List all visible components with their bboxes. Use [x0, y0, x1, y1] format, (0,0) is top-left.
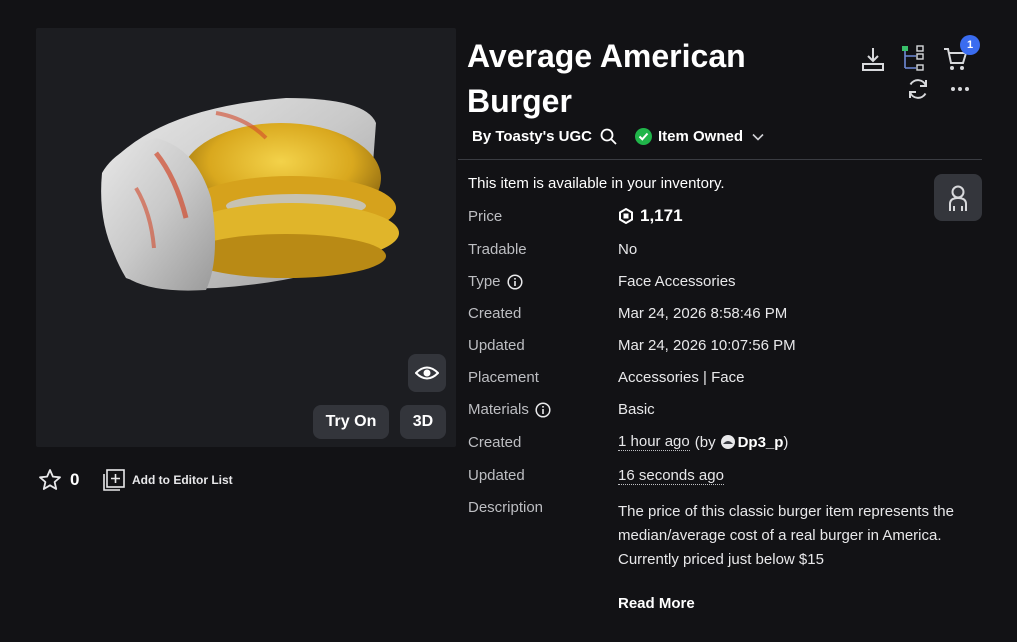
- detail-row-created-relative: Created 1 hour ago (by Dp3_p ): [468, 433, 988, 451]
- view-3d-button[interactable]: 3D: [400, 405, 446, 439]
- placement-label: Placement: [468, 369, 539, 386]
- materials-label: Materials: [468, 401, 529, 418]
- created-relative-value: 1 hour ago: [618, 433, 690, 451]
- editor-list-label: Add to Editor List: [132, 473, 233, 487]
- tradable-value: No: [618, 241, 638, 258]
- created-value: Mar 24, 2026 8:58:46 PM: [618, 305, 788, 322]
- type-value: Face Accessories: [618, 273, 736, 290]
- detail-row-created: Created Mar 24, 2026 8:58:46 PM: [468, 305, 988, 322]
- updated-relative-value: 16 seconds ago: [618, 467, 724, 485]
- description-line-2: Currently priced just below $15: [618, 551, 824, 568]
- description-body: The price of this classic burger item re…: [618, 503, 954, 544]
- type-label: Type: [468, 273, 501, 290]
- item-owned-dropdown[interactable]: Item Owned: [635, 128, 764, 145]
- created-by-suffix: ): [783, 433, 789, 451]
- info-icon[interactable]: [535, 401, 551, 418]
- created-label: Created: [468, 305, 522, 322]
- detail-row-placement: Placement Accessories | Face: [468, 369, 988, 386]
- price-label: Price: [468, 207, 503, 225]
- favorite-count: 0: [70, 470, 80, 489]
- refresh-icon[interactable]: [906, 77, 930, 101]
- add-to-editor-list-button[interactable]: Add to Editor List: [102, 468, 233, 492]
- eye-icon: [415, 366, 439, 380]
- detail-row-updated-relative: Updated 16 seconds ago: [468, 467, 988, 485]
- created-by-prefix: (by: [694, 433, 716, 451]
- item-thumbnail: Try On 3D: [36, 28, 456, 447]
- owned-label: Item Owned: [658, 128, 744, 145]
- updated-value: Mar 24, 2026 10:07:56 PM: [618, 337, 796, 354]
- search-icon[interactable]: [600, 128, 617, 145]
- check-icon: [635, 128, 652, 145]
- creator-user-link[interactable]: Dp3_p: [738, 434, 784, 451]
- preview-eye-button[interactable]: [408, 354, 446, 392]
- materials-value: Basic: [618, 401, 655, 418]
- user-avatar-icon: [720, 435, 735, 449]
- price-value: 1,171: [640, 206, 683, 225]
- detail-row-price: Price 1,171: [468, 206, 988, 226]
- more-icon[interactable]: [950, 86, 970, 92]
- hierarchy-icon[interactable]: [900, 44, 926, 72]
- info-icon[interactable]: [506, 273, 523, 290]
- detail-row-type: Type Face Accessories: [468, 273, 988, 290]
- cart-count-badge: 1: [960, 35, 980, 55]
- burger-image: [101, 98, 399, 291]
- tradable-label: Tradable: [468, 241, 527, 258]
- read-more-link[interactable]: Read More: [618, 595, 695, 612]
- description-label: Description: [468, 499, 544, 516]
- download-icon[interactable]: [860, 46, 886, 72]
- star-icon: [39, 469, 61, 490]
- detail-row-updated: Updated Mar 24, 2026 10:07:56 PM: [468, 337, 988, 354]
- robux-icon: [619, 208, 633, 224]
- detail-row-tradable: Tradable No: [468, 241, 988, 258]
- updated-relative-label: Updated: [468, 467, 525, 484]
- favorite-button[interactable]: 0: [38, 468, 79, 492]
- created-relative-label: Created: [468, 433, 522, 451]
- creator-row: By Toasty's UGC Item Owned: [472, 128, 764, 145]
- updated-label: Updated: [468, 337, 525, 354]
- add-list-icon: [103, 469, 125, 491]
- try-on-button[interactable]: Try On: [313, 405, 389, 439]
- item-title: Average American Burger: [467, 38, 746, 119]
- placement-value: Accessories | Face: [618, 369, 745, 386]
- detail-row-materials: Materials Basic: [468, 401, 988, 418]
- description-text: The price of this classic burger item re…: [618, 500, 978, 572]
- header-divider: [458, 159, 982, 160]
- chevron-down-icon: [752, 133, 764, 141]
- availability-text: This item is available in your inventory…: [468, 175, 725, 192]
- creator-link[interactable]: By Toasty's UGC: [472, 128, 592, 145]
